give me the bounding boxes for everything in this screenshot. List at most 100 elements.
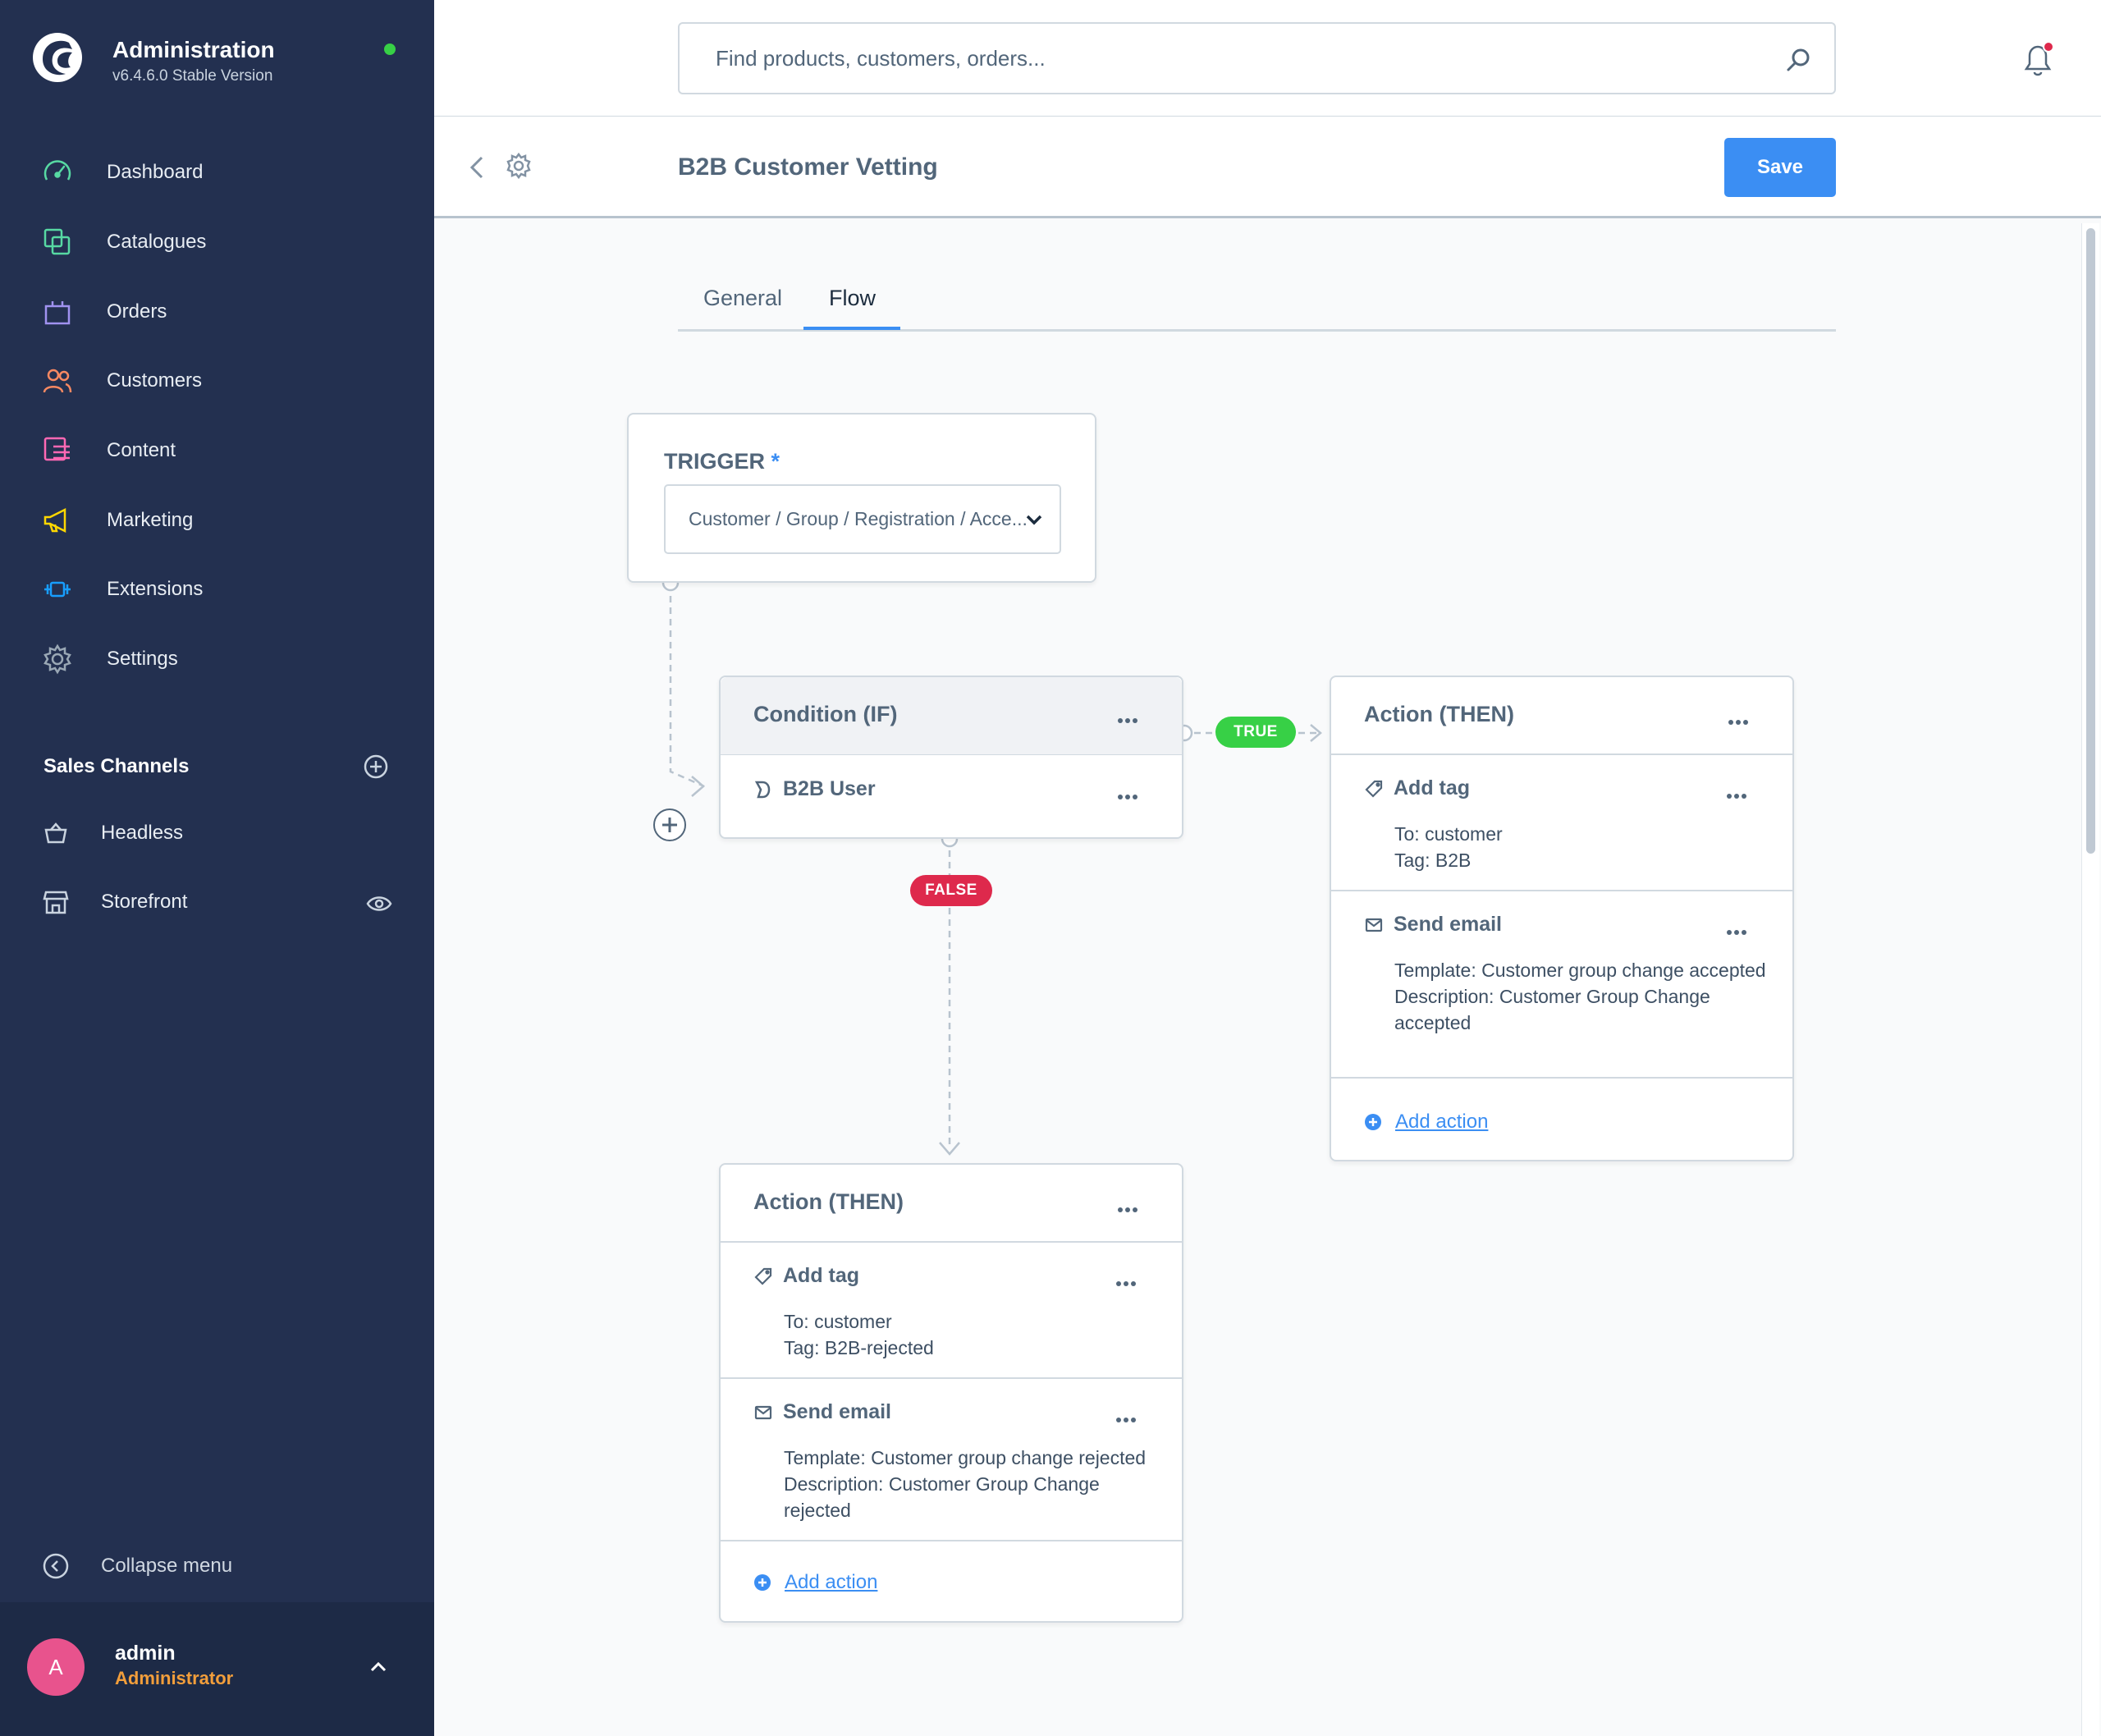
action-item-send-email: Send email Template: Customer group chan… <box>1331 891 1792 1079</box>
action-title: Action (THEN) <box>1364 702 1514 726</box>
sidebar-item-customers[interactable]: Customers <box>0 346 434 416</box>
rule-more-icon[interactable] <box>1118 789 1141 799</box>
add-action-button[interactable]: Add action <box>753 1571 877 1594</box>
action-more-icon[interactable] <box>1728 714 1751 725</box>
shopware-logo-icon <box>33 33 82 82</box>
tag-icon <box>1365 780 1383 798</box>
app-version: v6.4.6.0 Stable Version <box>112 66 273 85</box>
tab-flow[interactable]: Flow <box>829 286 876 311</box>
add-sales-channel-icon[interactable] <box>363 753 389 780</box>
scrollbar-thumb[interactable] <box>2086 228 2095 854</box>
action-detail-line: Description: Customer Group Change rejec… <box>784 1473 1100 1521</box>
avatar: A <box>27 1638 85 1696</box>
action-more-icon[interactable] <box>1118 1202 1141 1212</box>
action-item-send-email: Send email Template: Customer group chan… <box>721 1379 1182 1541</box>
action-detail-line: Template: Customer group change accepted <box>1394 960 1766 981</box>
action-name: Send email <box>783 1400 891 1423</box>
tabs: General Flow <box>678 279 1836 332</box>
search-icon[interactable] <box>1785 47 1811 73</box>
sales-channel-storefront[interactable]: Storefront <box>41 886 187 918</box>
tag-icon <box>754 1267 772 1285</box>
collapse-icon <box>43 1553 69 1579</box>
eye-icon[interactable] <box>366 893 392 914</box>
trigger-select-value: Customer / Group / Registration / Acce..… <box>689 508 1028 529</box>
brand[interactable]: Administration v6.4.6.0 Stable Version <box>31 31 275 85</box>
action-item-add-tag: Add tag To: customer Tag: B2B <box>1331 755 1792 891</box>
sidebar-item-label: Catalogues <box>107 231 207 254</box>
condition-more-icon[interactable] <box>1118 712 1141 723</box>
extensions-icon <box>41 573 74 606</box>
sidebar-item-label: Dashboard <box>107 161 204 184</box>
action-detail-line: To: customer <box>784 1311 892 1332</box>
sidebar-item-label: Customers <box>107 369 203 392</box>
save-button[interactable]: Save <box>1724 138 1836 197</box>
condition-rule: B2B User <box>753 777 876 801</box>
top-bar <box>434 0 2101 117</box>
chevron-up-icon[interactable] <box>368 1656 389 1678</box>
sidebar-item-catalogues[interactable]: Catalogues <box>0 208 434 277</box>
collapse-menu-label: Collapse menu <box>101 1555 233 1577</box>
action-details: Template: Customer group change accepted… <box>1394 957 1772 1036</box>
action-item-more-icon[interactable] <box>1116 1276 1139 1286</box>
mail-icon <box>754 1405 772 1419</box>
false-badge: FALSE <box>910 875 992 906</box>
main-nav: Dashboard Catalogues Orders Customers Co… <box>0 138 434 694</box>
storefront-icon <box>41 887 71 917</box>
trigger-label: TRIGGER * <box>664 449 780 474</box>
action-header: Action (THEN) <box>721 1165 1182 1243</box>
action-name: Add tag <box>1394 776 1471 799</box>
notification-bell-icon[interactable] <box>2020 39 2056 79</box>
action-card-false: Action (THEN) Add tag To: customer Tag: … <box>719 1163 1183 1623</box>
sales-channel-headless[interactable]: Headless <box>41 817 183 850</box>
action-item-title: Send email <box>1364 913 1502 937</box>
required-mark: * <box>771 449 780 474</box>
action-item-more-icon[interactable] <box>1116 1412 1139 1422</box>
trigger-select[interactable]: Customer / Group / Registration / Acce..… <box>664 484 1061 554</box>
orders-icon <box>41 295 74 328</box>
condition-header: Condition (IF) <box>721 677 1182 755</box>
sidebar-item-content[interactable]: Content <box>0 416 434 486</box>
mail-icon <box>1365 918 1383 932</box>
sidebar: Administration v6.4.6.0 Stable Version D… <box>0 0 434 1736</box>
action-item-title: Add tag <box>753 1264 859 1288</box>
sidebar-item-label: Orders <box>107 300 167 323</box>
sales-channels-title: Sales Channels <box>43 755 190 777</box>
user-name: admin <box>115 1642 176 1665</box>
action-title: Action (THEN) <box>753 1189 904 1214</box>
sidebar-item-orders[interactable]: Orders <box>0 277 434 346</box>
sidebar-item-marketing[interactable]: Marketing <box>0 485 434 555</box>
back-icon[interactable] <box>465 153 490 182</box>
settings-icon <box>41 643 74 676</box>
basket-icon <box>41 818 71 848</box>
trigger-label-text: TRIGGER <box>664 449 766 474</box>
action-detail-line: Template: Customer group change rejected <box>784 1447 1147 1468</box>
true-badge: TRUE <box>1215 717 1296 748</box>
sidebar-item-label: Marketing <box>107 508 194 531</box>
action-item-more-icon[interactable] <box>1727 788 1750 799</box>
content-icon <box>41 434 74 467</box>
action-item-title: Send email <box>753 1400 891 1424</box>
search-input[interactable] <box>716 45 1750 71</box>
add-action-label: Add action <box>1395 1111 1489 1133</box>
sales-channel-label: Storefront <box>101 891 188 913</box>
collapse-menu-button[interactable]: Collapse menu <box>41 1551 232 1581</box>
sidebar-item-extensions[interactable]: Extensions <box>0 555 434 625</box>
sidebar-item-dashboard[interactable]: Dashboard <box>0 138 434 208</box>
sidebar-item-label: Extensions <box>107 578 204 601</box>
search-bar[interactable] <box>678 22 1836 94</box>
status-indicator <box>384 44 396 55</box>
action-item-more-icon[interactable] <box>1727 924 1750 935</box>
trigger-card: TRIGGER * Customer / Group / Registratio… <box>627 413 1096 583</box>
tab-general[interactable]: General <box>703 286 782 311</box>
user-menu[interactable]: A admin Administrator <box>0 1602 434 1736</box>
add-sequence-button[interactable] <box>653 808 686 841</box>
gear-icon[interactable] <box>504 151 533 181</box>
marketing-icon <box>41 504 74 537</box>
condition-rule-label: B2B User <box>783 777 876 800</box>
add-action-button[interactable]: Add action <box>1364 1111 1488 1134</box>
action-item-title: Add tag <box>1364 776 1470 800</box>
condition-title: Condition (IF) <box>753 702 898 726</box>
action-item-add-tag: Add tag To: customer Tag: B2B-rejected <box>721 1243 1182 1379</box>
active-tab-indicator <box>803 327 900 330</box>
sidebar-item-settings[interactable]: Settings <box>0 625 434 694</box>
